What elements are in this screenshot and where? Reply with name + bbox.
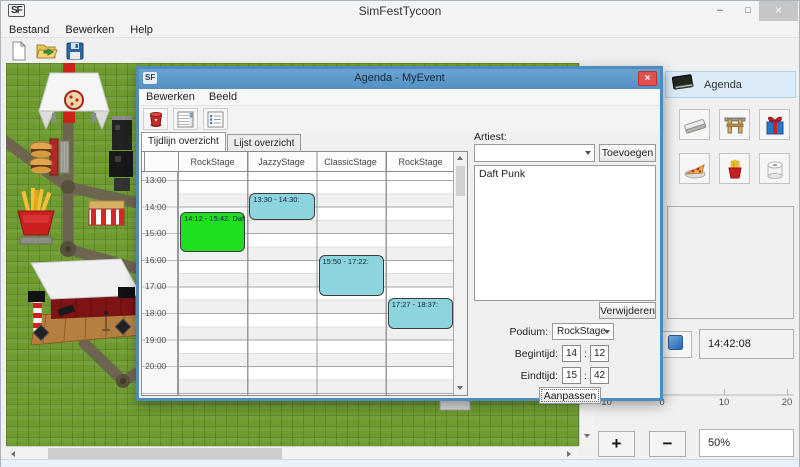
tab-lijst-overzicht[interactable]: Lijst overzicht [227,134,302,151]
zoom-in-button[interactable]: + [598,431,635,457]
main-titlebar: SF SimFestTycoon – □ × [1,1,799,22]
add-artist-button[interactable]: Toevoegen [599,144,656,162]
dialog-title: Agenda - MyEvent [139,72,660,84]
scrollbar-thumb[interactable] [456,166,465,196]
clock-display: 14:42:08 [699,329,794,359]
remove-artist-button[interactable]: Verwijderen [599,302,656,319]
shop-pizza-button[interactable] [679,153,710,184]
shop-toilet-paper-button[interactable] [759,153,790,184]
popcorn-stand[interactable] [89,201,124,225]
view-tabs: Tijdlijn overzicht Lijst overzicht [141,132,302,151]
schedule-grid[interactable]: RockStage JazzyStage ClassicStage RockSt… [141,151,468,396]
tab-tijdlijn-overzicht[interactable]: Tijdlijn overzicht [141,132,226,151]
start-time-label: Begintijd: [474,348,558,360]
shop-mattress-button[interactable] [679,109,710,140]
artist-combobox[interactable] [474,144,595,162]
shop-gift-button[interactable] [759,109,790,140]
column-header: ClassicStage [316,157,385,167]
scrollbar-thumb[interactable] [48,448,282,459]
status-bar [1,459,799,467]
maximize-button[interactable]: □ [735,1,761,21]
artist-label: Artiest: [474,131,507,143]
agenda-dialog: SF Agenda - MyEvent × Bewerken Beeld Tij… [136,66,663,401]
artist-listbox[interactable]: Daft Punk [474,165,656,301]
close-button[interactable]: × [759,1,798,21]
dialog-menu-bewerken[interactable]: Bewerken [139,91,202,103]
end-time-label: Eindtijd: [474,370,558,382]
dialog-menubar: Bewerken Beeld [139,89,660,106]
info-panel [667,206,794,319]
column-header: RockStage [178,157,247,167]
new-file-icon[interactable] [9,41,29,61]
sidebar-item-agenda[interactable]: Agenda [665,71,796,98]
pause-icon [668,335,683,355]
start-minute-field[interactable]: 12 [590,345,609,362]
main-window: SF SimFestTycoon – □ × Bestand Bewerken … [0,0,800,467]
shop-fries-button[interactable] [719,153,750,184]
time-separator: : [584,348,587,360]
artist-list-item[interactable]: Daft Punk [475,166,655,182]
end-minute-field[interactable]: 42 [590,367,609,384]
sidebar-item-label: Agenda [704,79,742,91]
schedule-header: RockStage JazzyStage ClassicStage RockSt… [142,152,453,172]
schedule-event[interactable]: 13:30 - 14:30: [249,193,314,220]
main-toolbar [1,39,799,63]
fries-stand[interactable] [18,188,54,244]
artist-panel: Artiest: Toevoegen Daft Punk Verwijderen… [474,129,656,404]
dialog-titlebar[interactable]: SF Agenda - MyEvent × [139,69,660,89]
wood-planks[interactable] [60,141,69,173]
schedule-event[interactable]: 17:27 - 18:37: [388,298,453,329]
main-menubar: Bestand Bewerken Help [1,22,799,38]
end-hour-field[interactable]: 15 [562,367,581,384]
app-title: SimFestTycoon [1,4,799,18]
minimize-button[interactable]: – [707,1,733,21]
schedule-event[interactable]: 15:50 - 17:22: [319,255,384,296]
zoom-out-button[interactable]: − [649,431,686,457]
map-horizontal-scrollbar[interactable] [6,446,579,459]
schedule-body[interactable]: 13:0014:0015:0016:0017:0018:0019:0020:00… [142,172,453,395]
schedule-scrollbar[interactable] [453,152,467,395]
shop-stage-frame-button[interactable] [719,109,750,140]
column-header: RockStage [386,157,455,167]
save-icon[interactable] [65,41,85,61]
apply-button[interactable]: Aanpassen [539,387,601,404]
podium-label: Podium: [474,326,548,338]
chevron-down-icon [585,151,591,155]
schedule-event[interactable]: 14:12 - 15:42: Daft Punk [180,212,245,252]
zoom-level-display: 50% [699,429,794,457]
column-header: JazzyStage [247,157,316,167]
dialog-menu-beeld[interactable]: Beeld [202,91,244,103]
time-separator: : [584,370,587,382]
pause-button[interactable] [659,331,692,358]
list-view-button[interactable] [203,108,228,130]
menu-help[interactable]: Help [122,24,161,36]
timeline-view-button[interactable] [173,108,198,130]
menu-bewerken[interactable]: Bewerken [57,24,122,36]
main-stage[interactable] [28,259,145,345]
podium-combobox[interactable]: RockStage [552,323,614,340]
dialog-close-button[interactable]: × [638,71,657,86]
delete-button[interactable] [143,108,168,130]
speaker-stack[interactable] [109,116,133,191]
agenda-book-icon [672,74,694,95]
menu-bestand[interactable]: Bestand [1,24,57,36]
chevron-down-icon [604,330,610,334]
open-folder-icon[interactable] [36,41,58,61]
start-hour-field[interactable]: 14 [562,345,581,362]
